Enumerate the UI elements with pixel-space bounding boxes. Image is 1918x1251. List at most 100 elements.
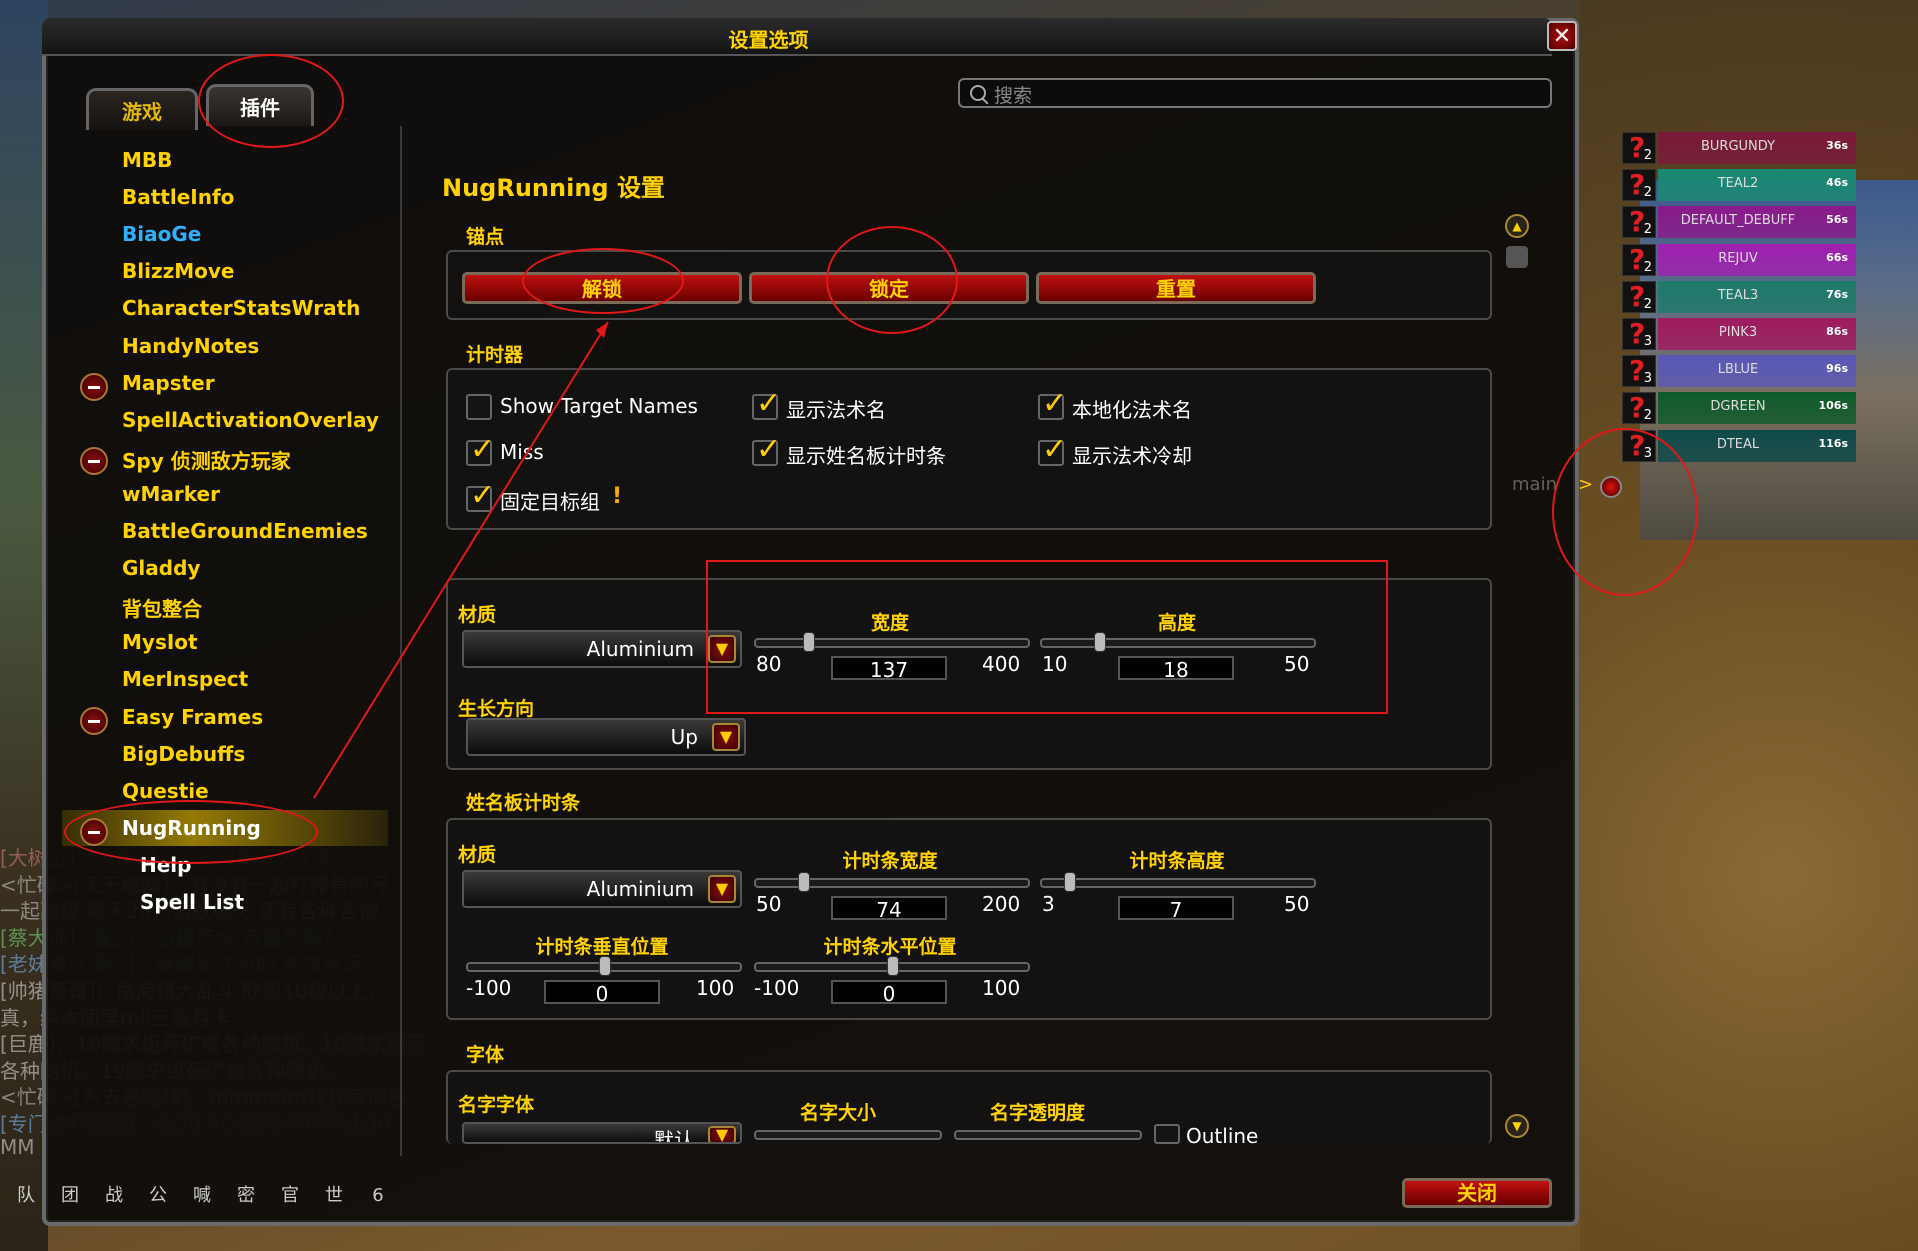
addon-list-item[interactable]: BigDebuffs [122, 742, 245, 766]
addon-list-item[interactable]: BattleInfo [122, 185, 234, 209]
name-alpha-slider[interactable] [954, 1130, 1142, 1140]
timer-stack-count: 2 [1643, 185, 1652, 201]
vertical-position-thumb[interactable] [599, 956, 611, 976]
nameplate-material-value: Aluminium [586, 877, 694, 901]
timer-question-icon: ? 2 [1622, 131, 1656, 164]
collapse-minus-icon[interactable] [80, 372, 108, 401]
addon-list-item[interactable]: Spy 侦测敌方玩家 [122, 445, 291, 474]
horizontal-position-thumb[interactable] [887, 956, 899, 976]
timer-bar: DTEAL 116s [1658, 429, 1856, 462]
timer-stack-count: 2 [1643, 148, 1652, 163]
chat-channel-button[interactable]: 喊 [184, 1178, 220, 1214]
bar-height-input[interactable]: 7 [1118, 896, 1234, 922]
chat-channel-button[interactable]: 战 [96, 1178, 132, 1214]
annotation-rect-size [706, 560, 1388, 714]
window-close-icon[interactable]: ✕ [1547, 21, 1577, 51]
annotation-circle-addons-tab [198, 54, 344, 148]
chat-channel-button[interactable]: 团 [52, 1178, 88, 1214]
localize-spell-name-checkbox[interactable] [1038, 386, 1067, 421]
vertical-position-input[interactable]: 0 [544, 980, 660, 1006]
name-size-label: 名字大小 [800, 1102, 877, 1124]
bar-width-input[interactable]: 74 [831, 896, 947, 922]
addon-list-item[interactable]: wMarker [122, 482, 220, 506]
collapse-minus-icon[interactable] [80, 446, 108, 475]
nameplate-material-dropdown[interactable]: Aluminium ▼ [462, 870, 742, 908]
horizontal-position-label: 计时条水平位置 [823, 936, 957, 958]
addon-list-item[interactable]: MerInspect [122, 667, 248, 691]
timer-bar: PINK3 86s [1658, 318, 1856, 350]
bar-width-min: 50 [756, 892, 782, 916]
timer-bar: LBLUE 96s [1658, 355, 1856, 388]
timer-question-icon: ? 3 [1622, 317, 1656, 350]
show-spell-cooldown-checkbox[interactable] [1038, 432, 1067, 467]
chat-channel-button[interactable]: 世 [316, 1178, 352, 1214]
addon-list-item[interactable]: Spell List [140, 890, 244, 914]
timer-stack-count: 2 [1643, 408, 1652, 424]
horizontal-position-input[interactable]: 0 [831, 980, 947, 1006]
addon-list-item[interactable]: BiaoGe [122, 222, 201, 246]
addon-list-item[interactable]: MBB [122, 148, 172, 172]
chevron-down-icon[interactable]: ▼ [708, 1126, 736, 1142]
timer-bar: REJUV 66s [1658, 243, 1856, 276]
scrollbar-thumb[interactable] [1506, 246, 1528, 268]
scroll-up-icon[interactable]: ▲ [1505, 214, 1529, 238]
timer-bar-time: 116s [1818, 436, 1848, 450]
timer-bar-time: 36s [1826, 139, 1848, 152]
show-spell-name-checkbox[interactable] [752, 386, 781, 421]
bar-height-slider[interactable] [1040, 872, 1316, 892]
timer-bar-name: DGREEN [1710, 399, 1766, 415]
tab-game[interactable]: 游戏 [86, 88, 198, 130]
addon-list-item[interactable]: Mapster [122, 371, 215, 395]
addon-list-item[interactable]: Easy Frames [122, 705, 263, 729]
timer-stack-count: 3 [1643, 371, 1652, 387]
addon-list-item[interactable]: 背包整合 [122, 593, 202, 622]
timer-bar-time: 86s [1826, 325, 1848, 338]
addon-list-item[interactable]: BlizzMove [122, 259, 234, 283]
name-size-slider[interactable] [754, 1130, 942, 1140]
timer-bar-name: PINK3 [1718, 325, 1758, 340]
outline-checkbox[interactable] [1154, 1124, 1180, 1144]
horizontal-position-min: -100 [754, 976, 800, 1000]
outline-label: Outline [1186, 1124, 1259, 1144]
scroll-down-icon[interactable]: ▼ [1505, 1114, 1529, 1138]
chevron-down-icon[interactable]: ▼ [712, 723, 740, 751]
close-button[interactable]: 关闭 [1402, 1178, 1552, 1208]
timer-bar-name: TEAL2 [1717, 176, 1759, 192]
search-icon [970, 85, 986, 101]
chat-channel-button[interactable]: 公 [140, 1178, 176, 1214]
bar-height-max: 50 [1284, 892, 1310, 916]
name-font-dropdown[interactable]: 默认 ▼ [462, 1122, 742, 1144]
bar-height-min: 3 [1042, 892, 1055, 916]
collapse-minus-icon[interactable] [80, 706, 108, 735]
bar-width-slider[interactable] [754, 872, 1030, 892]
annotation-arrow [313, 321, 609, 799]
chat-channel-button[interactable]: 6 [360, 1178, 396, 1214]
chat-channel-button[interactable]: 队 [8, 1178, 44, 1214]
addon-list-item[interactable]: Gladdy [122, 556, 200, 580]
vertical-position-max: 100 [696, 976, 735, 1000]
bar-height-label: 计时条高度 [1129, 850, 1225, 872]
name-font-value: 默认 [654, 1128, 694, 1144]
reset-button[interactable]: 重置 [1036, 272, 1316, 304]
annotation-circle-anchor [1552, 428, 1698, 596]
search-input[interactable]: 搜索 [958, 78, 1552, 108]
show-nameplate-timers-checkbox[interactable] [752, 432, 781, 467]
addon-list-item[interactable]: MysIot [122, 630, 198, 654]
horizontal-position-slider[interactable] [754, 956, 1030, 976]
anchor-section-label: 锚点 [466, 226, 505, 248]
page-title: NugRunning 设置 [442, 174, 665, 202]
addon-list-item[interactable]: HandyNotes [122, 334, 259, 358]
show-spell-cooldown-label: 显示法术冷却 [1072, 444, 1192, 468]
vertical-position-slider[interactable] [466, 956, 742, 976]
chevron-down-icon[interactable]: ▼ [708, 875, 736, 903]
nameplate-material-label: 材质 [458, 844, 497, 866]
timer-bar: BURGUNDY 36s [1658, 132, 1856, 164]
timer-stack-count: 3 [1643, 334, 1652, 349]
timer-bar-time: 56s [1826, 213, 1848, 227]
bar-width-thumb[interactable] [797, 872, 810, 892]
timer-bar-time: 76s [1826, 287, 1848, 301]
timer-question-icon: ? 2 [1622, 280, 1656, 313]
chat-channel-button[interactable]: 密 [228, 1178, 264, 1214]
bar-height-thumb[interactable] [1064, 872, 1077, 892]
chat-channel-button[interactable]: 官 [272, 1178, 308, 1214]
